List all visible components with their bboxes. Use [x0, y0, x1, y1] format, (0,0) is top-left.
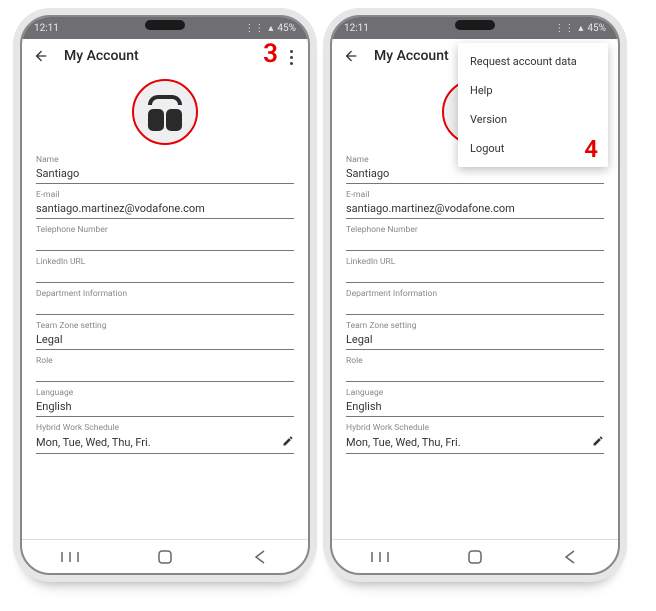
battery-text: 45%: [587, 23, 606, 34]
field-value[interactable]: Mon, Tue, Wed, Thu, Fri.: [36, 433, 294, 454]
field-phone[interactable]: Telephone Number: [346, 225, 604, 251]
android-navbar: [332, 539, 618, 573]
overflow-menu-icon[interactable]: [284, 47, 298, 67]
field-value[interactable]: santiago.martinez@vodafone.com: [36, 200, 294, 219]
recent-apps-icon[interactable]: [59, 546, 81, 568]
field-schedule[interactable]: Hybrid Work Schedule Mon, Tue, Wed, Thu,…: [36, 423, 294, 454]
back-icon[interactable]: [32, 47, 50, 65]
field-value[interactable]: Mon, Tue, Wed, Thu, Fri.: [346, 433, 604, 454]
field-label: E-mail: [346, 190, 604, 200]
status-icons: ⋮⋮ ▴ 45%: [244, 23, 296, 34]
field-value[interactable]: santiago.martinez@vodafone.com: [346, 200, 604, 219]
field-label: Hybrid Work Schedule: [36, 423, 294, 433]
avatar-container: [36, 79, 294, 145]
status-bar: 12:11 ⋮⋮ ▴ 45%: [332, 17, 618, 39]
content-area: Name Santiago E-mail santiago.martinez@v…: [22, 73, 308, 539]
field-label: Role: [346, 356, 604, 366]
annotation-3: 3: [263, 39, 278, 69]
field-label: Language: [36, 388, 294, 398]
field-value[interactable]: [36, 235, 294, 251]
edit-icon[interactable]: [592, 435, 604, 450]
avatar-image[interactable]: [132, 79, 198, 145]
field-label: Team Zone setting: [36, 321, 294, 331]
notch: [455, 20, 495, 30]
field-label: LinkedIn URL: [346, 257, 604, 267]
battery-text: 45%: [277, 23, 296, 34]
field-value[interactable]: [346, 235, 604, 251]
field-label: Language: [346, 388, 604, 398]
field-value[interactable]: Legal: [36, 331, 294, 350]
field-language[interactable]: Language English: [346, 388, 604, 417]
field-phone[interactable]: Telephone Number: [36, 225, 294, 251]
menu-version[interactable]: Version: [458, 105, 608, 134]
field-teamzone[interactable]: Team Zone setting Legal: [346, 321, 604, 350]
field-value[interactable]: [36, 267, 294, 283]
field-label: Telephone Number: [36, 225, 294, 235]
field-value[interactable]: [346, 299, 604, 315]
overflow-menu: Request account data Help Version Logout…: [458, 43, 608, 167]
back-nav-icon[interactable]: [559, 546, 581, 568]
android-navbar: [22, 539, 308, 573]
field-value[interactable]: [346, 267, 604, 283]
home-icon[interactable]: [154, 546, 176, 568]
menu-request-data[interactable]: Request account data: [458, 47, 608, 76]
field-linkedin[interactable]: LinkedIn URL: [36, 257, 294, 283]
page-title: My Account: [64, 48, 139, 64]
field-label: Team Zone setting: [346, 321, 604, 331]
field-value[interactable]: English: [36, 398, 294, 417]
edit-icon[interactable]: [282, 435, 294, 450]
field-value[interactable]: English: [346, 398, 604, 417]
notch: [145, 20, 185, 30]
wifi-icon: ⋮⋮: [554, 23, 574, 34]
status-time: 12:11: [34, 23, 59, 34]
status-bar: 12:11 ⋮⋮ ▴ 45%: [22, 17, 308, 39]
signal-icon: ▴: [268, 23, 273, 34]
annotation-4: 4: [584, 135, 598, 163]
signal-icon: ▴: [578, 23, 583, 34]
field-value[interactable]: [36, 366, 294, 382]
phone-right: 12:11 ⋮⋮ ▴ 45% My Account Request accoun…: [330, 15, 620, 575]
field-email[interactable]: E-mail santiago.martinez@vodafone.com: [346, 190, 604, 219]
field-value[interactable]: Legal: [346, 331, 604, 350]
back-icon[interactable]: [342, 47, 360, 65]
field-dept[interactable]: Department Information: [346, 289, 604, 315]
recent-apps-icon[interactable]: [369, 546, 391, 568]
status-icons: ⋮⋮ ▴ 45%: [554, 23, 606, 34]
wifi-icon: ⋮⋮: [244, 23, 264, 34]
schedule-value: Mon, Tue, Wed, Thu, Fri.: [346, 436, 461, 449]
field-label: Hybrid Work Schedule: [346, 423, 604, 433]
field-label: Name: [36, 155, 294, 165]
home-icon[interactable]: [464, 546, 486, 568]
field-label: Role: [36, 356, 294, 366]
menu-help[interactable]: Help: [458, 76, 608, 105]
field-name[interactable]: Name Santiago: [36, 155, 294, 184]
field-role[interactable]: Role: [346, 356, 604, 382]
field-label: E-mail: [36, 190, 294, 200]
field-label: Telephone Number: [346, 225, 604, 235]
page-title: My Account: [374, 48, 449, 64]
field-dept[interactable]: Department Information: [36, 289, 294, 315]
menu-logout-row[interactable]: Logout 4: [458, 134, 608, 163]
field-label: LinkedIn URL: [36, 257, 294, 267]
schedule-value: Mon, Tue, Wed, Thu, Fri.: [36, 436, 151, 449]
status-time: 12:11: [344, 23, 369, 34]
field-value[interactable]: [36, 299, 294, 315]
field-language[interactable]: Language English: [36, 388, 294, 417]
field-schedule[interactable]: Hybrid Work Schedule Mon, Tue, Wed, Thu,…: [346, 423, 604, 454]
field-value[interactable]: [346, 366, 604, 382]
field-linkedin[interactable]: LinkedIn URL: [346, 257, 604, 283]
field-teamzone[interactable]: Team Zone setting Legal: [36, 321, 294, 350]
field-role[interactable]: Role: [36, 356, 294, 382]
field-value[interactable]: Santiago: [346, 165, 604, 184]
field-label: Department Information: [346, 289, 604, 299]
menu-logout-label: Logout: [470, 142, 504, 155]
phone-left: 12:11 ⋮⋮ ▴ 45% My Account 3 Name Santiag…: [20, 15, 310, 575]
field-email[interactable]: E-mail santiago.martinez@vodafone.com: [36, 190, 294, 219]
field-label: Department Information: [36, 289, 294, 299]
app-header: My Account 3: [22, 39, 308, 73]
back-nav-icon[interactable]: [249, 546, 271, 568]
field-value[interactable]: Santiago: [36, 165, 294, 184]
